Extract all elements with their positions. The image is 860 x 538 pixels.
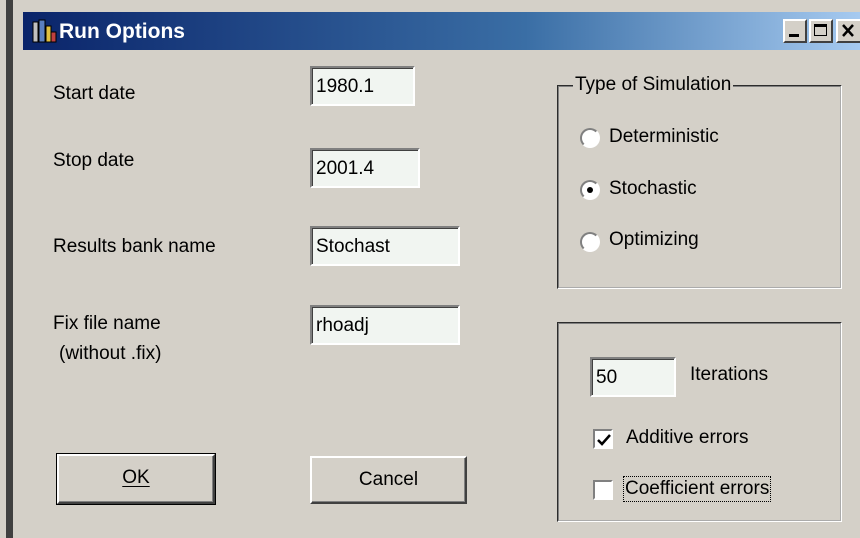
iterations-input[interactable]: 50 — [590, 357, 676, 397]
minimize-icon — [789, 34, 799, 37]
ok-button-label: OK — [122, 467, 150, 488]
window-title: Run Options — [59, 20, 185, 43]
radio-label[interactable]: Deterministic — [609, 126, 719, 148]
close-icon — [842, 24, 854, 37]
simulation-type-title: Type of Simulation — [573, 74, 734, 96]
checkbox-label[interactable]: Coefficient errors — [622, 476, 772, 502]
minimize-button[interactable] — [783, 19, 807, 43]
radio-circle[interactable] — [580, 232, 600, 252]
radio-circle[interactable] — [580, 180, 600, 200]
fix-file-input[interactable]: rhoadj — [310, 305, 460, 345]
maximize-icon — [814, 24, 827, 36]
checkbox-box[interactable] — [593, 480, 613, 500]
ok-button[interactable]: OK — [56, 453, 216, 505]
cancel-button[interactable]: Cancel — [310, 456, 467, 504]
radio-label[interactable]: Stochastic — [609, 178, 697, 200]
run-options-dialog: Run Options Start date 1980.1 Stop date … — [13, 0, 860, 538]
fix-file-sublabel: (without .fix) — [59, 343, 162, 364]
maximize-button[interactable] — [809, 19, 833, 43]
checkmark-icon — [597, 434, 611, 446]
checkbox-box[interactable] — [593, 429, 613, 449]
close-button[interactable] — [836, 19, 860, 43]
stop-date-label: Stop date — [53, 150, 135, 171]
fix-file-label: Fix file name — [53, 313, 161, 334]
start-date-input[interactable]: 1980.1 — [310, 66, 415, 106]
iterations-label: Iterations — [690, 364, 769, 385]
radio-circle[interactable] — [580, 128, 600, 148]
radio-selected-dot — [587, 187, 593, 193]
start-date-label: Start date — [53, 83, 136, 104]
title-bar[interactable]: Run Options — [23, 12, 860, 50]
checkbox-label[interactable]: Additive errors — [626, 427, 749, 449]
cancel-button-label: Cancel — [358, 469, 419, 490]
radio-label[interactable]: Optimizing — [609, 229, 699, 251]
results-bank-label: Results bank name — [53, 236, 216, 257]
background-window-edge — [0, 0, 13, 538]
app-icon — [31, 18, 57, 44]
stop-date-input[interactable]: 2001.4 — [310, 148, 420, 188]
results-bank-input[interactable]: Stochast — [310, 226, 460, 266]
